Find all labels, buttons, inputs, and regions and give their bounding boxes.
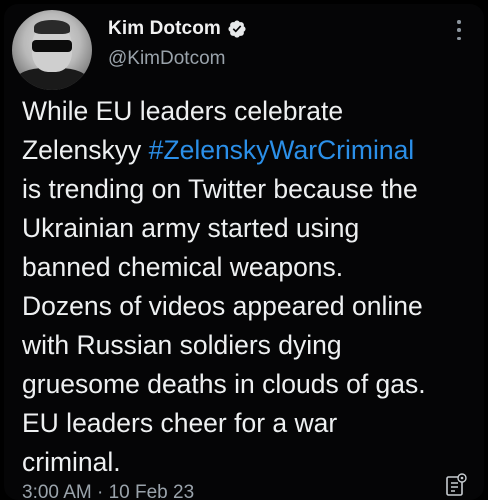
tweet-text-part2: is trending on Twitter because the Ukrai…: [22, 174, 426, 477]
more-options-icon[interactable]: [456, 20, 462, 40]
tweet-timestamp[interactable]: 3:00 AM · 10 Feb 23: [22, 482, 194, 500]
more-dot: [457, 28, 461, 32]
author-handle[interactable]: @KimDotcom: [108, 48, 225, 70]
avatar[interactable]: [12, 10, 92, 90]
more-dot: [457, 36, 461, 40]
author-display-name[interactable]: Kim Dotcom: [108, 18, 221, 40]
tweet-text: While EU leaders celebrate Zelenskyy #Ze…: [22, 92, 482, 482]
hashtag-link[interactable]: #ZelenskyWarCriminal: [149, 135, 415, 165]
author-name-row[interactable]: Kim Dotcom: [108, 18, 247, 40]
tweet-card: Kim Dotcom @KimDotcom While EU leaders c…: [4, 4, 484, 500]
view-stats-icon[interactable]: [444, 472, 468, 498]
screenshot-frame: Kim Dotcom @KimDotcom While EU leaders c…: [0, 0, 488, 500]
more-dot: [457, 20, 461, 24]
avatar-hair: [34, 20, 70, 34]
avatar-glasses: [32, 40, 72, 52]
verified-badge-icon: [228, 20, 246, 38]
